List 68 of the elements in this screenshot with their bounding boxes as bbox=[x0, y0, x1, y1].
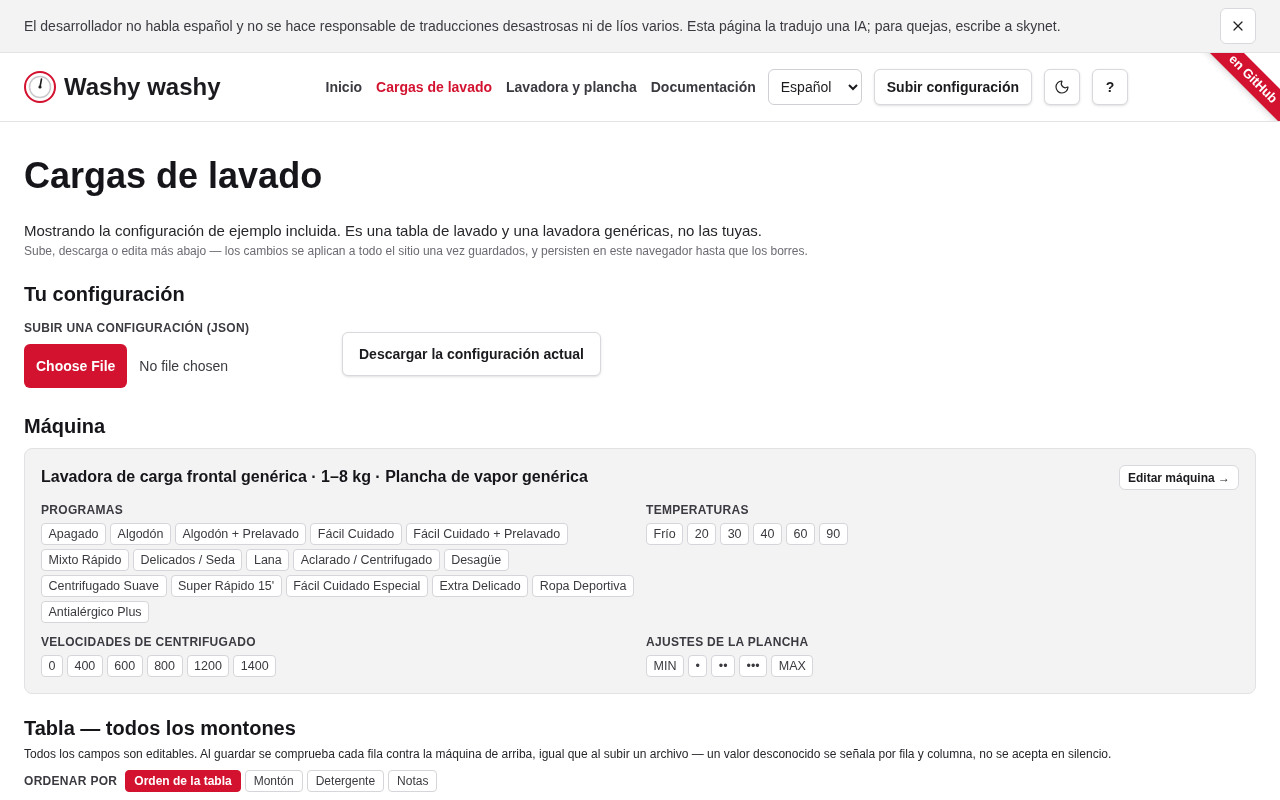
option-tag: 400 bbox=[66, 655, 103, 677]
sort-label: ORDENAR POR bbox=[24, 773, 118, 789]
group-label: TEMPERATURAS bbox=[646, 502, 750, 518]
edit-machine-button[interactable]: Editar máquina → bbox=[1118, 465, 1239, 490]
option-tag: 1200 bbox=[186, 655, 230, 677]
option-tag: Ropa Deportiva bbox=[532, 575, 635, 597]
table-description: Todos los campos son editables. Al guardar se comprueba cada fila contra la máquina de arriba, igual que al subir un archivo — un valor desconocido se señala por fila y columna, no se acepta en silencio. bbox=[24, 746, 1113, 762]
theme-toggle-button[interactable] bbox=[1044, 69, 1080, 105]
intro-text: Mostrando la configuración de ejemplo incluida. Es una tabla de lavado y una lavadora genéricas, no las tuyas. bbox=[24, 221, 763, 241]
group-label: VELOCIDADES DE CENTRIFUGADO bbox=[41, 634, 257, 650]
language-select[interactable]: Español bbox=[767, 69, 862, 105]
sort-option-button[interactable]: Notas bbox=[388, 770, 438, 792]
intro-note: Sube, descarga o edita más abajo — los cambios se aplican a todo el sitio una vez guardados, y persisten en este navegador hasta que los borres. bbox=[24, 243, 809, 260]
clock-logo-icon bbox=[24, 71, 56, 103]
sort-option-button[interactable]: Orden de la tabla bbox=[125, 770, 241, 792]
option-tag: MAX bbox=[771, 655, 814, 677]
option-tag: Centrifugado Suave bbox=[41, 575, 167, 597]
nav-link[interactable]: Cargas de lavado bbox=[376, 76, 493, 98]
help-button[interactable]: ? bbox=[1092, 69, 1128, 105]
option-tag: 600 bbox=[106, 655, 143, 677]
option-tag: Frío bbox=[646, 523, 684, 545]
option-tag: 20 bbox=[687, 523, 717, 545]
nav-link[interactable]: Documentación bbox=[650, 76, 756, 98]
option-tag: Algodón bbox=[110, 523, 171, 545]
option-tag: 40 bbox=[753, 523, 782, 545]
option-tag: Fácil Cuidado + Prelavado bbox=[405, 523, 568, 545]
option-tag: ••• bbox=[739, 655, 768, 677]
choose-file-button[interactable]: Choose File bbox=[24, 344, 128, 388]
machine-title: Lavadora de carga frontal genérica · 1–8 kg · Plancha de vapor genérica bbox=[41, 467, 588, 487]
option-tag: •• bbox=[711, 655, 736, 677]
nav-link[interactable]: Lavadora y plancha bbox=[506, 76, 637, 98]
option-tag: Apagado bbox=[41, 523, 107, 545]
option-tag: Antialérgico Plus bbox=[41, 601, 150, 623]
option-tag: Super Rápido 15' bbox=[170, 575, 282, 597]
option-tag: Algodón + Prelavado bbox=[174, 523, 307, 545]
option-tag: Desagüe bbox=[443, 549, 509, 571]
moon-icon bbox=[1054, 79, 1070, 95]
option-tag: Lana bbox=[246, 549, 290, 571]
download-config-button[interactable]: Descargar la configuración actual bbox=[342, 332, 601, 376]
option-tag: 800 bbox=[146, 655, 183, 677]
section-heading: Tu configuración bbox=[24, 282, 186, 307]
group-label: AJUSTES DE LA PLANCHA bbox=[646, 634, 810, 650]
sort-option-button[interactable]: Montón bbox=[244, 770, 303, 792]
option-tag: • bbox=[687, 655, 708, 677]
group-label: PROGRAMAS bbox=[41, 502, 125, 518]
option-tag: 0 bbox=[41, 655, 63, 677]
option-tag: Mixto Rápido bbox=[41, 549, 129, 571]
upload-label: SUBIR UNA CONFIGURACIÓN (JSON) bbox=[24, 320, 251, 336]
option-tag: MIN bbox=[646, 655, 684, 677]
option-tag: Extra Delicado bbox=[431, 575, 529, 597]
option-tag: Delicados / Seda bbox=[132, 549, 243, 571]
sort-option-button[interactable]: Detergente bbox=[306, 770, 385, 792]
section-heading: Máquina bbox=[24, 414, 107, 439]
option-tag: Fácil Cuidado Especial bbox=[285, 575, 428, 597]
file-status-text: No file chosen bbox=[139, 356, 229, 376]
option-tag: 90 bbox=[818, 523, 848, 545]
option-tag: Aclarado / Centrifugado bbox=[293, 549, 440, 571]
section-heading: Tabla — todos los montones bbox=[24, 716, 297, 741]
nav-link[interactable]: Inicio bbox=[325, 76, 363, 98]
option-tag: 60 bbox=[785, 523, 815, 545]
option-tag: 1400 bbox=[233, 655, 277, 677]
option-tag: Fácil Cuidado bbox=[310, 523, 402, 545]
upload-config-button[interactable]: Subir configuración bbox=[873, 69, 1032, 105]
brand-name[interactable]: Washy washy bbox=[64, 69, 221, 105]
notice-text: El desarrollador no habla español y no se hace responsable de traducciones desastrosas ni de líos varios. Esta página la tradujo una IA; para quejas, escribe a skynet. bbox=[24, 16, 1061, 36]
close-button[interactable] bbox=[1220, 8, 1256, 44]
option-tag: 30 bbox=[720, 523, 750, 545]
page-title: Cargas de lavado bbox=[24, 154, 324, 198]
